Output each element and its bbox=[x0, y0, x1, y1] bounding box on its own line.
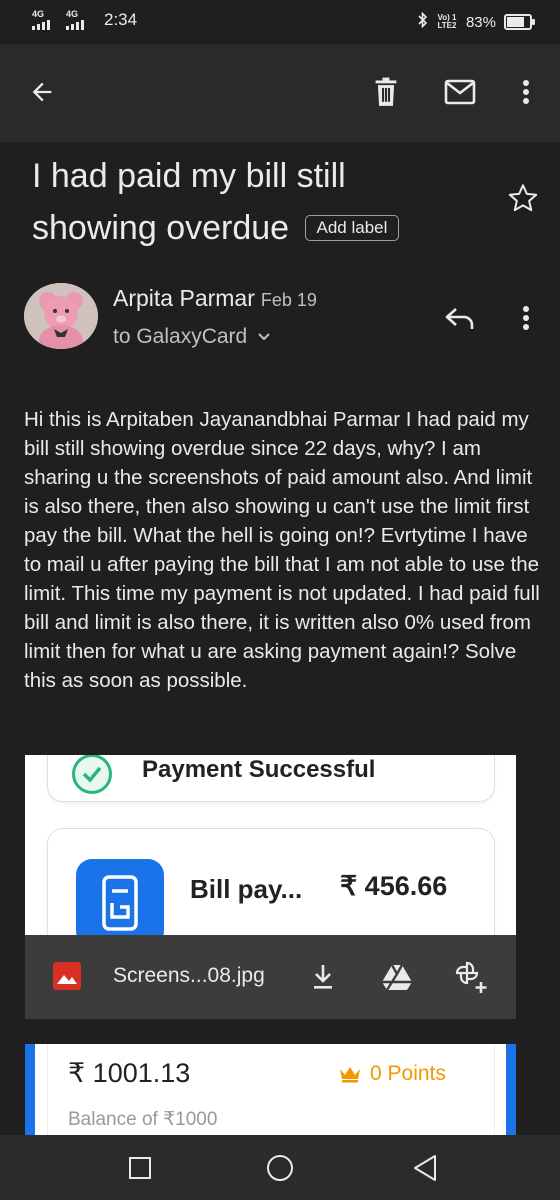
accent-strip bbox=[506, 1044, 516, 1139]
app-logo-icon bbox=[76, 859, 164, 935]
reply-icon[interactable] bbox=[440, 298, 480, 338]
check-circle-icon bbox=[72, 755, 112, 794]
message-more-icon[interactable] bbox=[506, 298, 546, 338]
signal-icon: 4G bbox=[66, 10, 92, 30]
battery-percent: 83% bbox=[465, 13, 496, 31]
star-icon[interactable] bbox=[505, 180, 541, 216]
crown-icon bbox=[340, 1067, 360, 1083]
navigation-bar bbox=[0, 1135, 560, 1200]
bill-title: Bill pay... bbox=[190, 874, 303, 904]
points-badge: 0 Points bbox=[338, 1062, 446, 1086]
back-arrow-icon[interactable] bbox=[22, 72, 62, 112]
drive-icon[interactable] bbox=[377, 957, 417, 997]
points-text: 0 Points bbox=[370, 1062, 446, 1085]
attachment-preview-2[interactable]: ₹ 1001.13 0 Points Balance of ₹1000 bbox=[25, 1044, 516, 1139]
home-button[interactable] bbox=[260, 1148, 300, 1188]
battery-icon bbox=[504, 14, 535, 30]
bill-card: Bill pay... ₹ 456.66 bbox=[47, 828, 495, 935]
attachment-bar: Screens...08.jpg bbox=[25, 935, 516, 1019]
add-label-button[interactable]: Add label bbox=[304, 215, 400, 241]
email-date: Feb 19 bbox=[260, 290, 317, 310]
payment-heading: Payment Successful bbox=[142, 756, 376, 783]
status-bar: 4G 4G 2:34 Vo) 1 LTE2 83% bbox=[0, 0, 560, 44]
chevron-down-icon bbox=[258, 333, 270, 341]
balance-label: Balance of ₹1000 bbox=[68, 1109, 218, 1130]
recents-button[interactable] bbox=[120, 1148, 160, 1188]
more-vert-icon[interactable] bbox=[506, 72, 546, 112]
payment-card: Payment Successful bbox=[47, 755, 495, 802]
signal-icon: 4G bbox=[32, 10, 58, 30]
toolbar bbox=[0, 44, 560, 142]
subject-text: I had paid my bill still showing overdue bbox=[32, 157, 346, 247]
volte-indicator: Vo) 1 LTE2 bbox=[437, 13, 457, 30]
delete-icon[interactable] bbox=[366, 72, 406, 112]
download-icon[interactable] bbox=[303, 957, 343, 997]
attachment-preview[interactable]: Payment Successful Bill pay... ₹ 456.66 bbox=[25, 755, 516, 935]
balance-amount: ₹ 1001.13 bbox=[68, 1058, 191, 1088]
email-body: Hi this is Arpitaben Jayanandbhai Parmar… bbox=[24, 408, 540, 692]
sender-name: Arpita Parmar bbox=[113, 285, 255, 311]
recipient-text: to GalaxyCard bbox=[113, 325, 248, 348]
back-button[interactable] bbox=[405, 1148, 445, 1188]
avatar[interactable] bbox=[24, 283, 98, 349]
bluetooth-icon bbox=[418, 11, 428, 32]
clock: 2:34 bbox=[104, 10, 138, 29]
mark-unread-icon[interactable] bbox=[440, 72, 480, 112]
bill-amount: ₹ 456.66 bbox=[340, 871, 448, 901]
accent-strip bbox=[25, 1044, 35, 1139]
recipient-details[interactable]: to GalaxyCard bbox=[113, 325, 271, 349]
sender: Arpita Parmar Feb 19 bbox=[113, 285, 317, 312]
add-to-photos-icon[interactable] bbox=[451, 957, 491, 997]
email-subject: I had paid my bill still showing overdue… bbox=[32, 150, 452, 254]
balance-card: ₹ 1001.13 0 Points Balance of ₹1000 bbox=[47, 1044, 495, 1139]
attachment-filename[interactable]: Screens...08.jpg bbox=[113, 964, 265, 988]
image-file-icon bbox=[53, 962, 81, 990]
